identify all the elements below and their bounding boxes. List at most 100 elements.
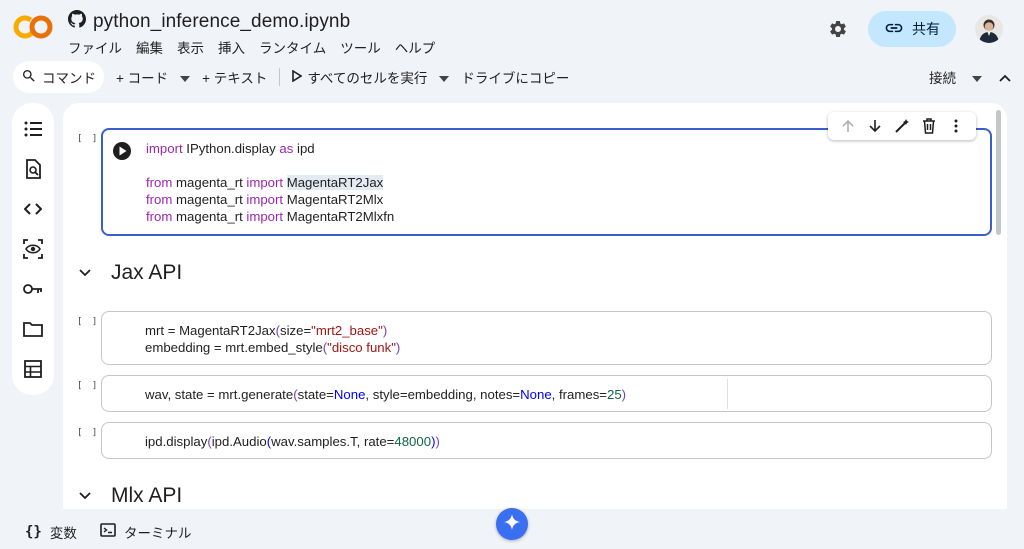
code-token: "disco funk"	[327, 340, 396, 355]
code-snippets-icon[interactable]	[23, 199, 43, 219]
share-button[interactable]: 共有	[868, 11, 956, 47]
section-header-jax[interactable]: Jax API	[75, 261, 182, 285]
code-cell[interactable]: ipd.display(ipd.Audio(wav.samples.T, rat…	[101, 422, 992, 459]
code-editor[interactable]: ipd.display(ipd.Audio(wav.samples.T, rat…	[145, 433, 440, 450]
menu-tools[interactable]: ツール	[340, 37, 381, 57]
add-code-dropdown[interactable]	[176, 70, 194, 85]
data-table-icon[interactable]	[23, 359, 43, 379]
run-all-label: すべてのセルを実行	[307, 71, 428, 86]
menu-bar: ファイル 編集 表示 挿入 ランタイム ツール ヘルプ	[68, 37, 435, 57]
menu-file[interactable]: ファイル	[68, 37, 122, 57]
code-token: 25	[607, 387, 622, 402]
code-token: from	[146, 192, 173, 207]
menu-help[interactable]: ヘルプ	[395, 37, 436, 57]
code-token: ipd	[293, 141, 315, 156]
github-icon[interactable]	[68, 10, 86, 33]
files-icon[interactable]	[23, 319, 43, 339]
code-token: ipd.display	[145, 434, 208, 449]
terminal-button[interactable]: ターミナル	[100, 522, 192, 542]
copy-to-drive-label: ドライブにコピー	[461, 71, 570, 86]
share-label: 共有	[912, 21, 940, 37]
notebook-toolbar: コマンド + コード + テキスト すべてのセルを実行 ドライブにコピー 接続	[13, 61, 1014, 93]
code-line[interactable]: from magenta_rt import MagentaRT2Jax	[146, 174, 394, 191]
code-line[interactable]: from magenta_rt import MagentaRT2Mlx	[146, 191, 394, 208]
colab-logo[interactable]	[13, 14, 53, 40]
menu-insert[interactable]: 挿入	[218, 37, 245, 57]
secrets-key-icon[interactable]	[23, 279, 43, 299]
cell-execution-count: [ ]	[77, 428, 100, 438]
code-cell[interactable]: import IPython.display as ipd from magent…	[101, 128, 992, 236]
braces-icon: {}	[25, 523, 42, 540]
cell-execution-count: [ ]	[77, 134, 100, 144]
add-code-label: + コード	[116, 71, 169, 86]
menu-runtime[interactable]: ランタイム	[259, 37, 326, 57]
move-cell-down-icon[interactable]	[865, 116, 885, 136]
code-token: mrt = MagentaRT2Jax	[145, 323, 276, 338]
notebook-main[interactable]: [ ] import IPython.display as ipd from ma…	[63, 103, 1007, 509]
more-vert-icon[interactable]	[946, 116, 966, 136]
command-palette-button[interactable]: コマンド	[13, 61, 104, 93]
chevron-up-icon	[999, 70, 1011, 85]
cell-execution-count: [ ]	[77, 381, 100, 391]
code-line[interactable]: from magenta_rt import MagentaRT2Mlxfn	[146, 208, 394, 225]
copy-to-drive-button[interactable]: ドライブにコピー	[453, 61, 577, 93]
code-token: from	[146, 209, 173, 224]
connect-button[interactable]: 接続	[921, 61, 964, 93]
toolbar-right: 接続	[921, 61, 1014, 93]
menu-edit[interactable]: 編集	[136, 37, 163, 57]
code-token: import	[146, 141, 183, 156]
cell-toolbar	[828, 112, 976, 140]
avatar[interactable]	[975, 15, 1003, 43]
code-token: )	[382, 323, 388, 338]
add-code-button[interactable]: + コード	[108, 61, 176, 93]
collapse-header-button[interactable]	[996, 70, 1014, 85]
menu-view[interactable]: 表示	[177, 37, 204, 57]
gemini-sparkle-button[interactable]	[496, 508, 528, 540]
code-editor[interactable]: import IPython.display as ipd from magent…	[146, 140, 394, 225]
code-line[interactable]: wav, state = mrt.generate(state=None, st…	[145, 386, 626, 403]
code-token: as	[279, 141, 294, 156]
add-text-label: + テキスト	[202, 71, 268, 86]
link-icon	[884, 18, 904, 41]
add-text-button[interactable]: + テキスト	[194, 61, 275, 93]
code-token: 48000	[394, 434, 432, 449]
play-icon	[292, 69, 303, 85]
code-token: import	[246, 209, 284, 224]
terminal-label: ターミナル	[124, 525, 192, 541]
code-token: embedding = mrt.embed_style	[145, 340, 323, 355]
command-label: コマンド	[42, 71, 96, 86]
code-token: None	[520, 387, 552, 402]
caret-down-icon	[972, 70, 982, 85]
section-header-mlx[interactable]: Mlx API	[75, 484, 182, 508]
code-editor[interactable]: mrt = MagentaRT2Jax(size="mrt2_base") emb…	[145, 322, 400, 356]
run-all-button[interactable]: すべてのセルを実行	[284, 61, 435, 93]
side-rail	[12, 103, 54, 395]
delete-cell-icon[interactable]	[919, 116, 939, 136]
scrollbar[interactable]	[996, 110, 1001, 235]
edit-wand-icon[interactable]	[892, 116, 912, 136]
code-cell[interactable]: mrt = MagentaRT2Jax(size="mrt2_base") emb…	[101, 311, 992, 365]
code-token: IPython.display	[182, 141, 280, 156]
code-line[interactable]: ipd.display(ipd.Audio(wav.samples.T, rat…	[145, 433, 440, 450]
code-token: magenta_rt	[172, 175, 247, 190]
chevron-down-icon[interactable]	[75, 486, 95, 506]
notebook-title[interactable]: python_inference_demo.ipynb	[93, 11, 350, 33]
code-line[interactable]: import IPython.display as ipd	[146, 140, 394, 157]
code-line[interactable]: mrt = MagentaRT2Jax(size="mrt2_base")	[145, 322, 400, 339]
variables-button[interactable]: {} 変数	[25, 522, 77, 542]
code-editor[interactable]: wav, state = mrt.generate(state=None, st…	[145, 386, 626, 403]
run-cell-button[interactable]	[112, 141, 132, 161]
table-of-contents-icon[interactable]	[23, 119, 43, 139]
run-all-dropdown[interactable]	[435, 70, 453, 85]
code-line[interactable]	[146, 157, 394, 174]
code-cell[interactable]: wav, state = mrt.generate(state=None, st…	[101, 375, 992, 412]
chevron-down-icon[interactable]	[75, 263, 95, 283]
find-icon[interactable]	[23, 159, 43, 179]
variables-inspector-icon[interactable]	[23, 239, 43, 259]
move-cell-up-icon[interactable]	[838, 116, 858, 136]
code-token: None	[333, 387, 366, 402]
code-line[interactable]: embedding = mrt.embed_style("disco funk"…	[145, 339, 400, 356]
cell-execution-count: [ ]	[77, 317, 100, 327]
gear-icon[interactable]	[826, 17, 850, 41]
connect-dropdown[interactable]	[968, 70, 986, 85]
